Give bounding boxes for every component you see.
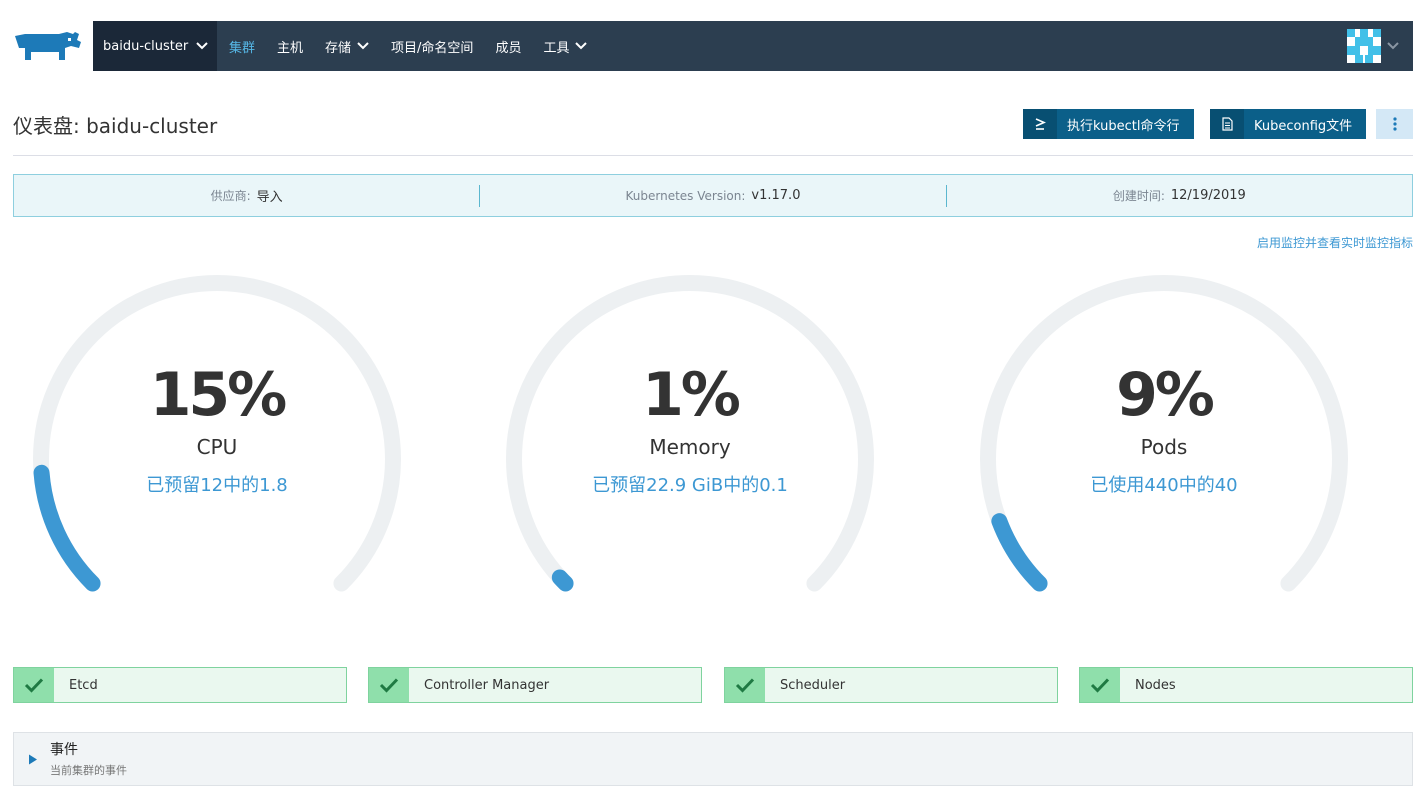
memory-reserved: 已预留22.9 GiB中的0.1: [592, 475, 788, 496]
vertical-ellipsis-icon: [1392, 117, 1397, 131]
more-actions-button[interactable]: [1376, 109, 1413, 139]
cpu-reserved: 已预留12中的1.8: [146, 475, 288, 496]
nav-item-hosts[interactable]: 主机: [277, 37, 303, 56]
cluster-selector[interactable]: baidu-cluster: [93, 21, 217, 71]
page-title: 仪表盘: baidu-cluster: [13, 114, 218, 138]
memory-gauge: 1% Memory 已预留22.9 GiB中的0.1: [505, 272, 875, 602]
cpu-label: CPU: [196, 435, 238, 459]
nav-item-members[interactable]: 成员: [495, 37, 521, 56]
check-icon: [369, 668, 409, 702]
chevron-down-icon: [1387, 42, 1399, 50]
pods-gauge: 9% Pods 已使用440中的40: [979, 272, 1349, 602]
created-info: 创建时间: 12/19/2019: [947, 187, 1412, 204]
cpu-gauge: 15% CPU 已预留12中的1.8: [32, 272, 402, 602]
nav-item-storage[interactable]: 存储: [325, 37, 369, 56]
component-etcd: Etcd: [13, 667, 347, 703]
gauge-track: [506, 275, 874, 592]
nav-label-storage: 存储: [325, 40, 352, 56]
rancher-logo[interactable]: [13, 30, 83, 64]
nav-label-tools: 工具: [543, 40, 570, 56]
kubeconfig-button[interactable]: Kubeconfig文件: [1210, 109, 1366, 139]
chevron-down-icon: [357, 42, 369, 50]
chevron-down-icon: [575, 42, 588, 50]
version-label: Kubernetes Version:: [625, 188, 746, 203]
nav-label-cluster: 集群: [229, 40, 256, 56]
created-label: 创建时间:: [1112, 189, 1165, 203]
cluster-name: baidu-cluster: [103, 38, 189, 54]
cpu-percent: 15%: [149, 360, 288, 430]
check-icon: [1080, 668, 1120, 702]
kubectl-button[interactable]: 执行kubectl命令行: [1023, 109, 1194, 139]
identicon-avatar: [1347, 29, 1381, 63]
nav-label-members: 成员: [495, 40, 522, 56]
nav-item-tools[interactable]: 工具: [543, 37, 588, 56]
gauge-fill: [991, 513, 1048, 592]
version-info: Kubernetes Version: v1.17.0: [480, 188, 945, 203]
kubeconfig-button-label: Kubeconfig文件: [1254, 118, 1353, 134]
nav-label-projects: 项目/命名空间: [391, 40, 474, 56]
memory-label: Memory: [649, 435, 731, 459]
component-nodes: Nodes: [1079, 667, 1413, 703]
file-icon: [1210, 109, 1244, 139]
nav-item-projects[interactable]: 项目/命名空间: [391, 37, 473, 56]
nav-item-cluster[interactable]: 集群: [229, 37, 255, 56]
header-divider: [13, 155, 1413, 156]
component-controller-manager: Controller Manager: [368, 667, 702, 703]
component-name: Scheduler: [780, 677, 846, 693]
memory-percent: 1%: [642, 360, 741, 430]
chevron-down-icon: [196, 42, 208, 50]
provider-info: 供应商: 导入: [14, 186, 479, 205]
gauge-track: [33, 275, 401, 592]
pods-label: Pods: [1140, 435, 1188, 459]
expand-triangle-icon: [29, 754, 37, 765]
events-subtitle: 当前集群的事件: [50, 764, 127, 777]
kubectl-button-label: 执行kubectl命令行: [1067, 118, 1180, 134]
enable-monitoring-link[interactable]: 启用监控并查看实时监控指标: [1257, 234, 1413, 251]
gauge-fill: [551, 569, 574, 592]
pods-used: 已使用440中的40: [1090, 475, 1238, 496]
version-value: v1.17.0: [751, 188, 801, 203]
component-name: Etcd: [69, 677, 98, 693]
check-icon: [14, 668, 54, 702]
check-icon: [725, 668, 765, 702]
nav-label-hosts: 主机: [277, 40, 304, 56]
user-menu[interactable]: [1347, 29, 1399, 63]
events-title: 事件: [50, 742, 78, 758]
provider-value: 导入: [256, 190, 283, 205]
top-navbar: baidu-cluster 集群 主机 存储 项目/命名空间 成员 工具: [93, 21, 1413, 71]
component-name: Nodes: [1135, 677, 1176, 693]
terminal-icon: [1023, 109, 1057, 139]
created-value: 12/19/2019: [1170, 188, 1246, 203]
gauge-track: [980, 275, 1348, 592]
pods-percent: 9%: [1116, 360, 1215, 430]
cluster-info-bar: 供应商: 导入 Kubernetes Version: v1.17.0 创建时间…: [13, 174, 1413, 217]
events-accordion[interactable]: 事件 当前集群的事件: [13, 732, 1413, 786]
provider-label: 供应商:: [210, 189, 251, 203]
component-scheduler: Scheduler: [724, 667, 1058, 703]
component-name: Controller Manager: [424, 677, 550, 693]
